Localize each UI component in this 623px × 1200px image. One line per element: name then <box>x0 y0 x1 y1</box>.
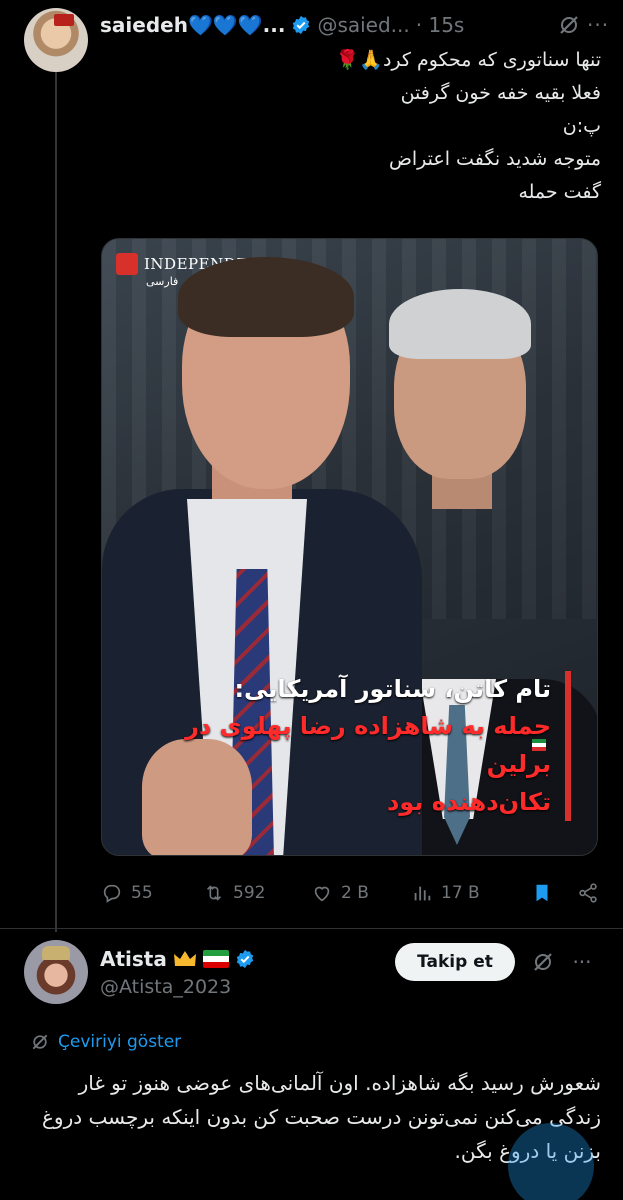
views-button[interactable]: 17 B <box>411 882 531 904</box>
grok-icon[interactable] <box>557 13 581 37</box>
verified-icon <box>293 15 310 35</box>
like-icon <box>314 886 330 902</box>
reply-icon <box>103 884 121 903</box>
caption-title: تام کاتن، سناتور آمریکایی: <box>234 675 551 703</box>
tweet-text: تنها سناتوری که محکوم کرد🙏🌹 فعلا بقیه خف… <box>121 44 601 209</box>
repost-button[interactable]: 592 <box>203 882 311 904</box>
timestamp[interactable]: · 15s <box>416 13 465 37</box>
views-icon <box>414 886 431 901</box>
person-left-hair <box>178 257 354 337</box>
tweet-line: تنها سناتوری که محکوم کرد🙏🌹 <box>335 49 601 71</box>
avatar-badge <box>54 14 74 26</box>
bookmark-button[interactable] <box>531 882 577 904</box>
like-count: 2 B <box>341 883 369 903</box>
tweet-line: فعلا بقیه خفه خون گرفتن <box>400 82 601 104</box>
logo-subtitle: فارسی <box>146 275 179 288</box>
translate-label: Çeviriyi göster <box>58 1032 182 1052</box>
reply-count: 55 <box>131 883 153 903</box>
person-right-hair <box>389 289 531 359</box>
avatar-crown <box>42 946 70 960</box>
thread-connector-line <box>55 72 57 932</box>
translate-icon <box>32 1034 48 1050</box>
crown-icon <box>173 951 196 966</box>
iran-flag-icon <box>202 950 229 968</box>
more-icon[interactable]: ··· <box>571 950 593 974</box>
more-icon[interactable]: ··· <box>587 13 609 37</box>
reply-button[interactable]: 55 <box>101 882 203 904</box>
tweet-actions: 55 592 2 B 17 B <box>101 876 601 910</box>
compose-button[interactable] <box>508 1123 594 1200</box>
avatar[interactable] <box>24 940 88 1004</box>
author-name[interactable]: saiedeh💙💙💙... <box>100 13 285 37</box>
author-name[interactable]: Atista <box>100 947 167 971</box>
verified-icon <box>236 949 254 969</box>
tweet-line: پ:ن <box>562 115 601 137</box>
follow-button[interactable]: Takip et <box>395 943 515 981</box>
tweet-header: Atista <box>100 944 255 974</box>
author-handle[interactable]: @Atista_2023 <box>100 976 231 998</box>
bookmark-icon <box>536 884 548 902</box>
avatar[interactable] <box>24 8 88 72</box>
caption-headline: حمله به شاهزاده رضا پهلوی در برلین <box>185 712 551 778</box>
caption-headline-end: تکان‌دهنده بود <box>387 788 551 816</box>
share-button[interactable] <box>577 882 601 904</box>
tweet-header: saiedeh💙💙💙... @saied... · 15s ··· <box>100 10 609 40</box>
grok-icon[interactable] <box>531 950 555 974</box>
repost-count: 592 <box>233 883 266 903</box>
author-handle[interactable]: @saied... <box>317 13 409 37</box>
tweet-line: گفت حمله <box>518 181 601 203</box>
image-caption: تام کاتن، سناتور آمریکایی: حمله به شاهزا… <box>131 671 571 821</box>
tweet-line: متوجه شدید نگفت اعتراض <box>388 148 601 170</box>
show-translation-link[interactable]: Çeviriyi göster <box>30 1032 181 1052</box>
repost-icon <box>206 885 222 901</box>
tweet-divider <box>0 928 623 929</box>
like-button[interactable]: 2 B <box>311 882 411 904</box>
eagle-logo-icon <box>116 253 138 275</box>
share-icon <box>579 883 597 903</box>
tweet-media-image[interactable]: INDEPENDENT فارسی تام کاتن، سناتور آمریک… <box>101 238 598 856</box>
views-count: 17 B <box>441 883 480 903</box>
